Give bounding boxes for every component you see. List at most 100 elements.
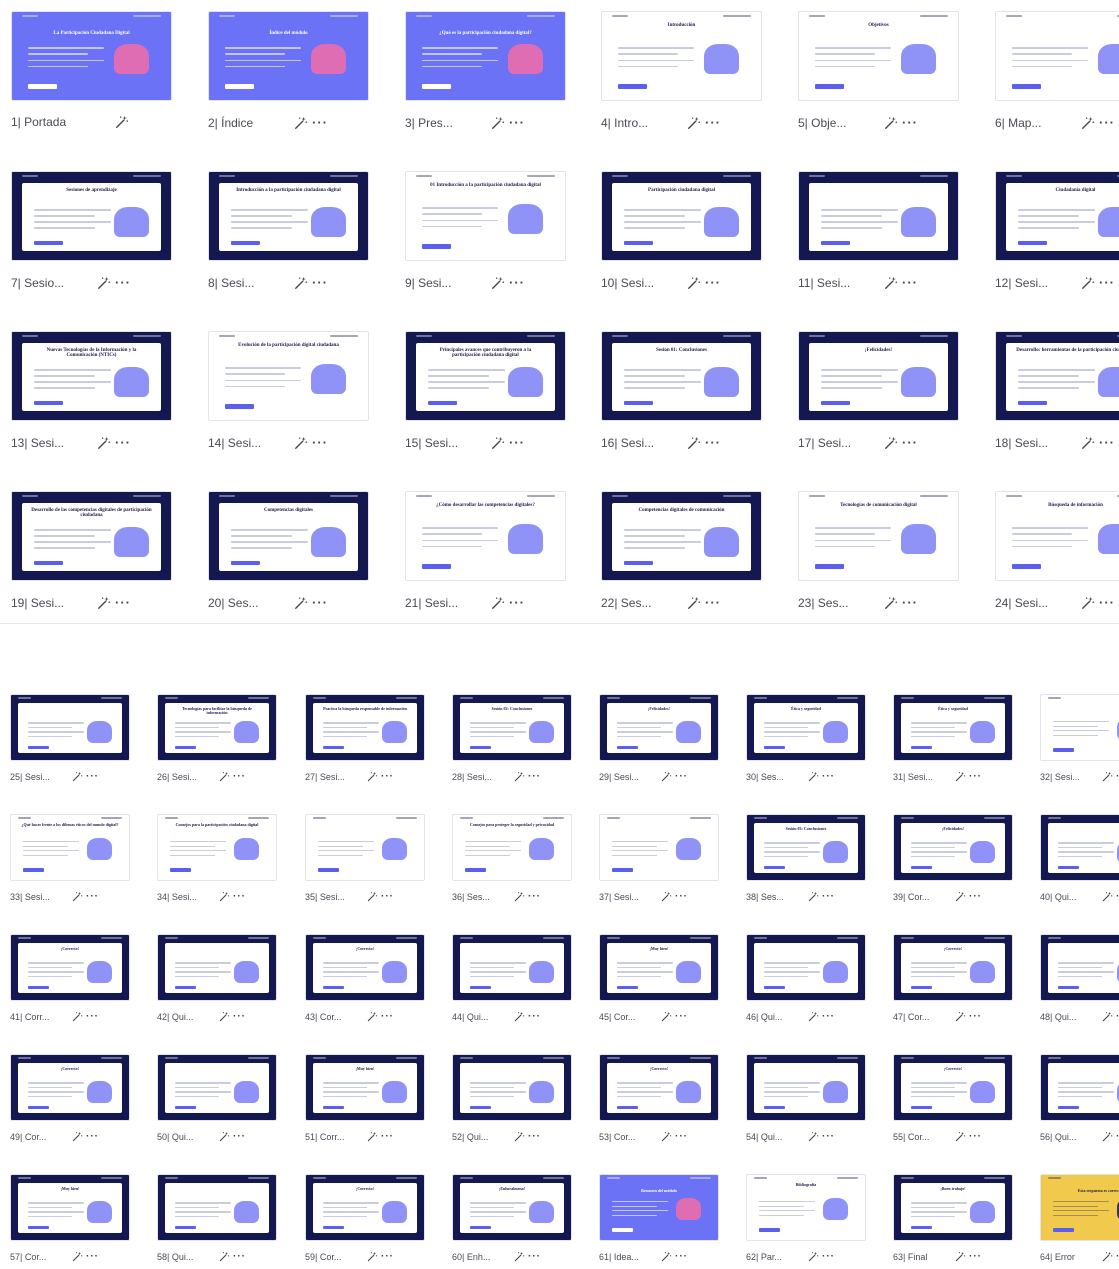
slide-card[interactable]: ¡Felicidades! 39| Cor... ··· xyxy=(893,814,1013,909)
magic-wand-icon[interactable] xyxy=(491,276,505,290)
slide-thumbnail[interactable]: Desarrollo de las competencias digitales… xyxy=(11,491,172,581)
slide-thumbnail[interactable]: ¿Cómo desarrollar las competencias digit… xyxy=(405,491,566,581)
more-options-icon[interactable]: ··· xyxy=(312,595,328,610)
slide-card[interactable]: Introducción a la participación ciudadan… xyxy=(208,171,369,301)
slide-card[interactable]: Participación ciudadana digital 10| Sesi.… xyxy=(601,171,762,301)
magic-wand-icon[interactable] xyxy=(955,891,966,902)
slide-thumbnail[interactable]: Tecnologías de comunicación digital xyxy=(798,491,959,581)
slide-thumbnail[interactable]: Resumen del módulo xyxy=(599,1174,719,1241)
slide-card[interactable]: 11| Sesi... ··· xyxy=(798,171,959,301)
magic-wand-icon[interactable] xyxy=(72,1131,83,1142)
magic-wand-icon[interactable] xyxy=(491,596,505,610)
slide-card[interactable]: Competencias digitales 20| Ses... ··· xyxy=(208,491,369,621)
more-options-icon[interactable]: ··· xyxy=(528,1131,541,1142)
more-options-icon[interactable]: ··· xyxy=(1099,275,1115,290)
more-options-icon[interactable]: ··· xyxy=(528,1011,541,1022)
magic-wand-icon[interactable] xyxy=(294,436,308,450)
slide-card[interactable]: Objetivos 5| Obje... ··· xyxy=(798,11,959,141)
magic-wand-icon[interactable] xyxy=(72,1251,83,1262)
magic-wand-icon[interactable] xyxy=(367,1131,378,1142)
magic-wand-icon[interactable] xyxy=(808,771,819,782)
slide-card[interactable]: 58| Qui... ··· xyxy=(157,1174,277,1269)
more-options-icon[interactable]: ··· xyxy=(509,595,525,610)
more-options-icon[interactable]: ··· xyxy=(381,1251,394,1262)
magic-wand-icon[interactable] xyxy=(687,436,701,450)
slide-thumbnail[interactable]: Sesión 02: Conclusiones xyxy=(452,694,572,761)
slide-card[interactable]: Sesión 02: Conclusiones 28| Sesi... ··· xyxy=(452,694,572,789)
magic-wand-icon[interactable] xyxy=(808,1011,819,1022)
magic-wand-icon[interactable] xyxy=(294,116,308,130)
magic-wand-icon[interactable] xyxy=(808,1251,819,1262)
slide-thumbnail[interactable]: Consejos para la participación ciudadana… xyxy=(157,814,277,881)
slide-card[interactable]: 50| Qui... ··· xyxy=(157,1054,277,1149)
slide-card[interactable]: Ética y seguridad 30| Ses... ··· xyxy=(746,694,866,789)
more-options-icon[interactable]: ··· xyxy=(312,435,328,450)
magic-wand-icon[interactable] xyxy=(514,1011,525,1022)
slide-card[interactable]: Sesiones de aprendizaje 7| Sesio... ··· xyxy=(11,171,172,301)
slide-card[interactable]: ¡Felicidades! 17| Sesi... ··· xyxy=(798,331,959,461)
magic-wand-icon[interactable] xyxy=(72,1011,83,1022)
slide-thumbnail[interactable]: Ciudadanía digital xyxy=(995,171,1119,261)
slide-card[interactable]: 52| Qui... ··· xyxy=(452,1054,572,1149)
slide-card[interactable]: Competencias digitales de comunicación 22… xyxy=(601,491,762,621)
slide-card[interactable]: ¡Muy bien! 57| Cor... ··· xyxy=(10,1174,130,1269)
slide-card[interactable]: Ciudadanía digital 12| Sesi... ··· xyxy=(995,171,1119,301)
slide-card[interactable]: ¡Correcto! 53| Cor... ··· xyxy=(599,1054,719,1149)
magic-wand-icon[interactable] xyxy=(1102,1011,1113,1022)
slide-thumbnail[interactable]: ¡Felicidades! xyxy=(798,331,959,421)
slide-thumbnail[interactable]: Principales avances que contribuyeron a … xyxy=(405,331,566,421)
slide-thumbnail[interactable]: ¡Felicidades! xyxy=(893,814,1013,881)
magic-wand-icon[interactable] xyxy=(661,1251,672,1262)
magic-wand-icon[interactable] xyxy=(1102,891,1113,902)
slide-card[interactable]: ¡Correcto! 43| Cor... ··· xyxy=(305,934,425,1029)
slide-thumbnail[interactable] xyxy=(452,1054,572,1121)
slide-card[interactable]: Tecnologías de comunicación digital 23| S… xyxy=(798,491,959,621)
slide-card[interactable]: ¡Correcto! 47| Cor... ··· xyxy=(893,934,1013,1029)
slide-card[interactable]: 44| Qui... ··· xyxy=(452,934,572,1029)
magic-wand-icon[interactable] xyxy=(514,891,525,902)
slide-card[interactable]: ¿Qué es la participación ciudadana digit… xyxy=(405,11,566,141)
more-options-icon[interactable]: ··· xyxy=(528,771,541,782)
magic-wand-icon[interactable] xyxy=(219,1131,230,1142)
more-options-icon[interactable]: ··· xyxy=(528,1251,541,1262)
slide-card[interactable]: ¡Felicidades! 29| Sesi... ··· xyxy=(599,694,719,789)
slide-card[interactable]: 42| Qui... ··· xyxy=(157,934,277,1029)
slide-card[interactable]: Consejos para proteger la seguridad y pr… xyxy=(452,814,572,909)
slide-thumbnail[interactable] xyxy=(1040,694,1119,761)
magic-wand-icon[interactable] xyxy=(97,436,111,450)
slide-thumbnail[interactable]: ¡Correcto! xyxy=(893,934,1013,1001)
slide-card[interactable]: ¡Muy bien! 51| Corr... ··· xyxy=(305,1054,425,1149)
slide-thumbnail[interactable]: Ética y seguridad xyxy=(893,694,1013,761)
more-options-icon[interactable]: ··· xyxy=(233,1251,246,1262)
magic-wand-icon[interactable] xyxy=(72,771,83,782)
magic-wand-icon[interactable] xyxy=(219,1011,230,1022)
slide-thumbnail[interactable]: Participación ciudadana digital xyxy=(601,171,762,261)
slide-thumbnail[interactable]: ¿Qué hacer frente a los dilemas éticos d… xyxy=(10,814,130,881)
slide-thumbnail[interactable]: ¡Correcto! xyxy=(305,934,425,1001)
slide-thumbnail[interactable]: Practica la búsqueda responsable de info… xyxy=(305,694,425,761)
more-options-icon[interactable]: ··· xyxy=(233,1131,246,1142)
more-options-icon[interactable]: ··· xyxy=(675,1131,688,1142)
slide-card[interactable]: 48| Qui...··· xyxy=(1040,934,1119,1029)
magic-wand-icon[interactable] xyxy=(514,1251,525,1262)
more-options-icon[interactable]: ··· xyxy=(1099,435,1115,450)
magic-wand-icon[interactable] xyxy=(514,771,525,782)
slide-thumbnail[interactable] xyxy=(1040,934,1119,1001)
more-options-icon[interactable]: ··· xyxy=(705,275,721,290)
more-options-icon[interactable]: ··· xyxy=(675,1251,688,1262)
slide-thumbnail[interactable] xyxy=(452,934,572,1001)
magic-wand-icon[interactable] xyxy=(219,1251,230,1262)
magic-wand-icon[interactable] xyxy=(72,891,83,902)
more-options-icon[interactable]: ··· xyxy=(381,1011,394,1022)
magic-wand-icon[interactable] xyxy=(687,596,701,610)
slide-thumbnail[interactable] xyxy=(798,171,959,261)
more-options-icon[interactable]: ··· xyxy=(233,1011,246,1022)
more-options-icon[interactable]: ··· xyxy=(115,595,131,610)
magic-wand-icon[interactable] xyxy=(955,771,966,782)
slide-card[interactable]: Índice del módulo 2| Índice ··· xyxy=(208,11,369,141)
slide-thumbnail[interactable]: Evolución de la participación digital ci… xyxy=(208,331,369,421)
slide-card[interactable]: Introducción 4| Intro... ··· xyxy=(601,11,762,141)
magic-wand-icon[interactable] xyxy=(955,1011,966,1022)
more-options-icon[interactable]: ··· xyxy=(822,1251,835,1262)
more-options-icon[interactable]: ··· xyxy=(233,891,246,902)
